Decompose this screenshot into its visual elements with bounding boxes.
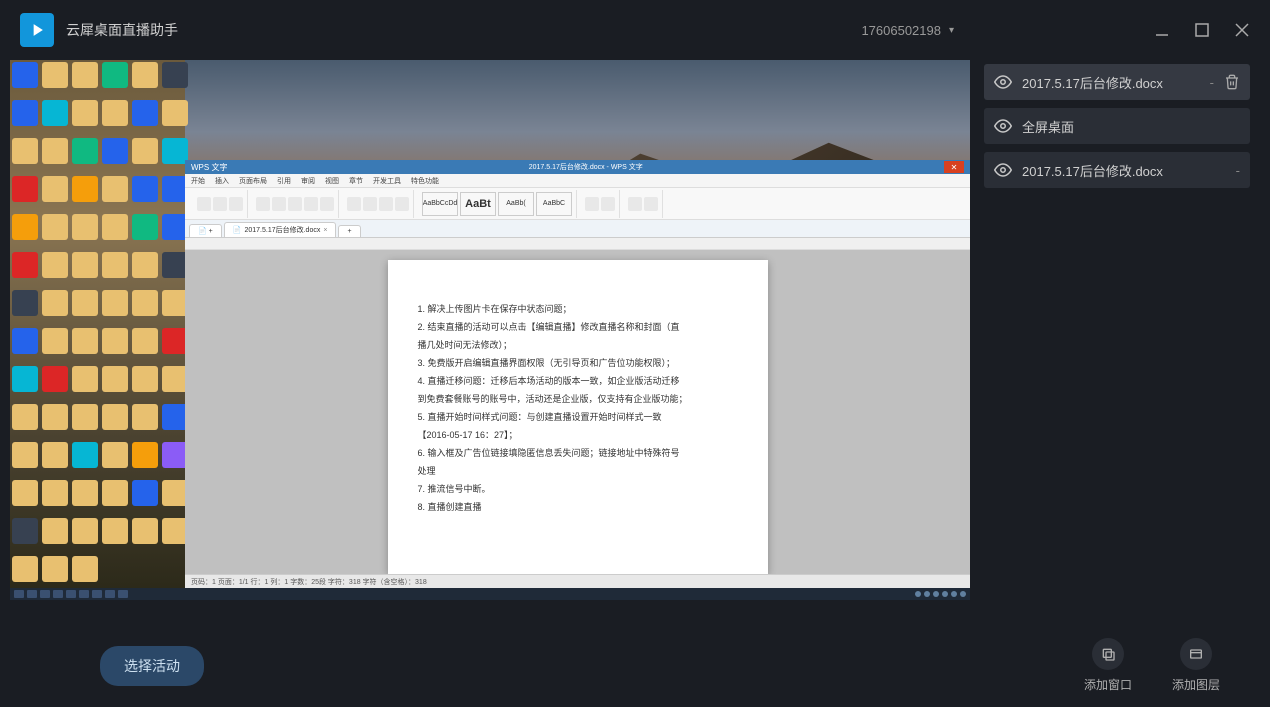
- add-layer-icon: [1180, 638, 1212, 670]
- maximize-button[interactable]: [1194, 22, 1210, 38]
- layer-item[interactable]: 2017.5.17后台修改.docx -: [984, 152, 1250, 188]
- add-layer-button[interactable]: 添加图层: [1172, 638, 1220, 693]
- visibility-icon[interactable]: [994, 75, 1012, 89]
- layers-sidebar: 2017.5.17后台修改.docx - 全屏桌面 2017.5.17后台修改.…: [970, 60, 1260, 624]
- wps-close-icon: ✕: [944, 161, 964, 173]
- wps-statusbar: 页码：1 页面：1/1 行：1 列：1 字数：25段 字符：318 字符（含空格…: [185, 574, 970, 588]
- wps-menubar: 开始插入页面布局引用审阅视图章节开发工具特色功能: [185, 174, 970, 188]
- wps-document-tabs: 📄 + 📄2017.5.17后台修改.docx× +: [185, 220, 970, 238]
- windows-taskbar: [10, 588, 970, 600]
- wps-ruler: [185, 238, 970, 250]
- app-title: 云犀桌面直播助手: [66, 20, 178, 40]
- close-button[interactable]: [1234, 22, 1250, 38]
- account-id-text: 17606502198: [861, 23, 941, 38]
- preview-panel[interactable]: WPS 文字 2017.5.17后台修改.docx - WPS 文字 ✕ 开始插…: [10, 60, 970, 600]
- layer-label: 2017.5.17后台修改.docx: [1022, 161, 1230, 180]
- wps-ribbon: AaBbCcDd AaBt AaBb( AaBbC: [185, 188, 970, 220]
- layer-label: 全屏桌面: [1022, 117, 1240, 136]
- wps-titlebar: WPS 文字 2017.5.17后台修改.docx - WPS 文字 ✕: [185, 160, 970, 174]
- wps-tab-new: 📄 +: [189, 224, 222, 237]
- wps-tab-doc: 📄2017.5.17后台修改.docx×: [224, 222, 337, 237]
- visibility-icon[interactable]: [994, 119, 1012, 133]
- add-window-button[interactable]: 添加窗口: [1084, 638, 1132, 693]
- minimize-button[interactable]: [1154, 22, 1170, 38]
- layer-label: 2017.5.17后台修改.docx: [1022, 73, 1204, 92]
- bottom-bar: 选择活动 添加窗口 添加图层: [0, 624, 1270, 707]
- main-area: WPS 文字 2017.5.17后台修改.docx - WPS 文字 ✕ 开始插…: [0, 60, 1270, 624]
- wps-tab-add: +: [338, 225, 360, 237]
- account-dropdown[interactable]: 17606502198 ▾: [861, 23, 954, 38]
- wps-title: 2017.5.17后台修改.docx - WPS 文字: [227, 162, 944, 172]
- visibility-icon[interactable]: [994, 163, 1012, 177]
- add-layer-label: 添加图层: [1172, 676, 1220, 693]
- titlebar: 云犀桌面直播助手 17606502198 ▾: [0, 0, 1270, 60]
- add-window-icon: [1092, 638, 1124, 670]
- add-window-label: 添加窗口: [1084, 676, 1132, 693]
- wps-window: WPS 文字 2017.5.17后台修改.docx - WPS 文字 ✕ 开始插…: [185, 160, 970, 588]
- chevron-down-icon: ▾: [949, 25, 954, 36]
- layer-item[interactable]: 2017.5.17后台修改.docx -: [984, 64, 1250, 100]
- delete-layer-button[interactable]: [1224, 74, 1240, 90]
- desktop-icons-grid: [10, 60, 185, 600]
- wps-page: 1. 解决上传图片卡在保存中状态问题； 2. 结束直播的活动可以点击【编辑直播】…: [388, 260, 768, 574]
- app-logo: [20, 13, 54, 47]
- layer-item[interactable]: 全屏桌面: [984, 108, 1250, 144]
- select-activity-button[interactable]: 选择活动: [100, 646, 204, 686]
- wps-app-label: WPS 文字: [191, 162, 227, 173]
- window-controls: [1154, 22, 1250, 38]
- wps-doc-area: 1. 解决上传图片卡在保存中状态问题； 2. 结束直播的活动可以点击【编辑直播】…: [185, 250, 970, 574]
